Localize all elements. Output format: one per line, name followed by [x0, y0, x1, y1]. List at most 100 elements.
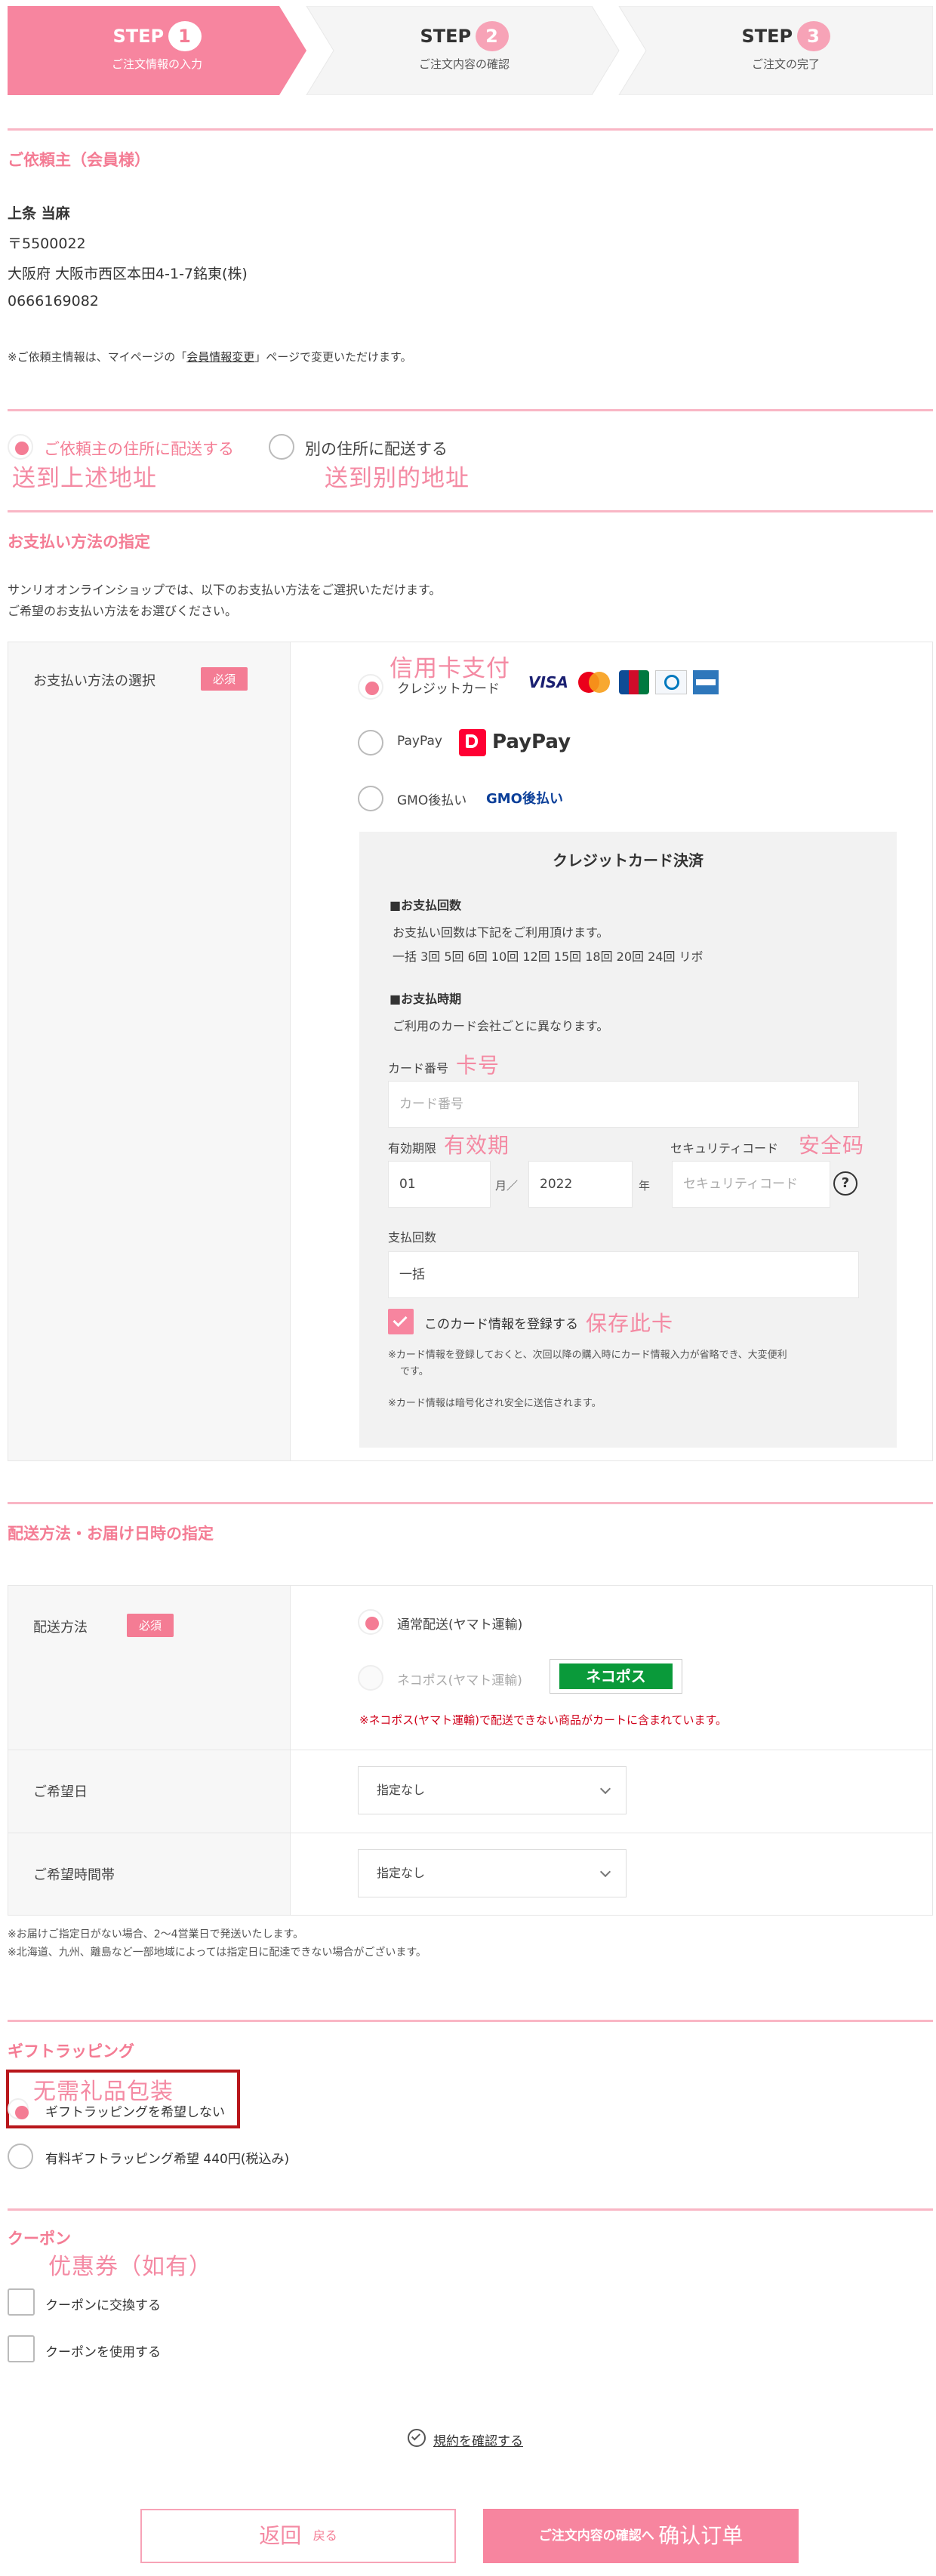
paypay-icon [459, 729, 486, 756]
requester-note: ※ご依頼主情報は、マイページの「会員情報変更」ページで変更いただけます。 [8, 349, 412, 365]
visa-icon: VISA [528, 673, 568, 691]
step-3-sub: ご注文の完了 [751, 57, 820, 71]
use-coupon-checkbox[interactable] [8, 2335, 35, 2362]
save-card-label: このカード情報を登録する [424, 1317, 578, 1332]
paypay-radio[interactable] [358, 730, 383, 756]
annotation-ship-requester: 送到上述地址 [12, 465, 157, 492]
ship-to-requester-label: ご依頼主の住所に配送する [44, 440, 234, 458]
installments-heading: ■お支払回数 [389, 898, 462, 913]
security-code-input[interactable]: セキュリティコード [672, 1161, 830, 1208]
check-circle-icon [408, 2429, 426, 2447]
step-bar: STEP 1 ご注文情報の入力 STEP 2 ご注文内容の確認 STEP 3 ご… [8, 6, 933, 95]
step-2-label: STEP [420, 26, 472, 47]
standard-delivery-label: 通常配送(ヤマト運輸) [397, 1617, 523, 1633]
annotation-confirm: 确认订单 [658, 2523, 744, 2548]
secure-note: ※カード情報は暗号化され安全に送信されます。 [388, 1398, 602, 1409]
year-unit: 年 [639, 1179, 651, 1193]
ship-to-requester-radio[interactable] [8, 434, 33, 460]
card-number-input[interactable]: カード番号 [388, 1081, 859, 1128]
card-number-label: カード番号 [388, 1061, 449, 1076]
nekopos-radio[interactable] [358, 1665, 383, 1691]
annotation-expiry: 有效期 [444, 1133, 510, 1158]
step-3: STEP 3 ご注文の完了 [639, 21, 933, 72]
step-2-sub: ご注文内容の確認 [418, 57, 510, 71]
paypay-label: PayPay [397, 734, 442, 749]
payment-count-label: 支払回数 [388, 1230, 437, 1245]
expiry-month-input[interactable]: 01 [388, 1161, 491, 1208]
gmo-label: GMO後払い [397, 793, 467, 808]
payment-intro-1: サンリオオンラインショップでは、以下のお支払い方法をご選択いただけます。 [8, 583, 442, 597]
requester-name: 上条 当麻 [8, 205, 70, 222]
timing-text: ご利用のカード会社ごとに異なります。 [393, 1019, 609, 1033]
exchange-coupon-checkbox[interactable] [8, 2288, 35, 2316]
credit-card-panel-title: クレジットカード決済 [553, 851, 704, 869]
back-button[interactable]: 返回 戻る [140, 2509, 456, 2563]
delivery-date-value: 指定なし [377, 1783, 426, 1797]
expiry-label: 有効期限 [388, 1141, 437, 1156]
coupon-title: クーポン [8, 2230, 71, 2248]
step-3-label: STEP [741, 26, 793, 47]
required-badge: 必須 [201, 667, 248, 691]
paypay-logo: PayPay [492, 731, 571, 753]
month-unit: 月／ [495, 1179, 519, 1193]
delivery-time-select[interactable]: 指定なし [358, 1849, 627, 1897]
nekopos-warning: ※ネコポス(ヤマト運輸)で配送できない商品がカートに含まれています。 [359, 1713, 728, 1727]
confirm-order-button[interactable]: ご注文内容の確認へ 确认订单 [483, 2509, 799, 2563]
requester-note-post: 」ページで変更いただけます。 [254, 350, 412, 364]
member-info-link[interactable]: 会員情報変更 [186, 350, 254, 364]
security-code-label: セキュリティコード [670, 1141, 779, 1156]
divider [8, 1502, 933, 1504]
shipping-note-2: ※北海道、九州、離島など一部地域によっては指定日に配達できない場合がございます。 [8, 1947, 426, 1959]
delivery-date-select[interactable]: 指定なし [358, 1766, 627, 1814]
no-gift-wrap-radio[interactable] [8, 2098, 29, 2119]
mastercard-icon [578, 672, 610, 693]
paid-gift-wrap-radio[interactable] [8, 2144, 33, 2169]
credit-card-radio[interactable] [358, 674, 383, 700]
requester-postal: 〒5500022 [8, 235, 86, 252]
annotation-ship-other: 送到别的地址 [325, 465, 470, 492]
terms-link[interactable]: 規約を確認する [433, 2430, 523, 2449]
step-1-sub: ご注文情報の入力 [111, 57, 202, 71]
payment-count-select[interactable]: 一括 [388, 1251, 859, 1298]
divider [8, 510, 933, 512]
requester-title: ご依頼主（会員様） [8, 151, 150, 169]
gmo-logo: GMO後払い [486, 791, 563, 807]
shipping-note-1: ※お届けご指定日がない場合、2〜4営業日で発送いたします。 [8, 1928, 304, 1940]
nekopos-logo-text: ネコポス [559, 1663, 673, 1689]
annotation-coupon: 优惠券（如有） [48, 2254, 212, 2280]
no-gift-wrap-label: ギフトラッピングを希望しない [45, 2105, 225, 2120]
expiry-year-input[interactable]: 2022 [528, 1161, 633, 1208]
chevron-down-icon [599, 1866, 611, 1878]
standard-delivery-radio[interactable] [358, 1609, 383, 1635]
divider [8, 2208, 933, 2211]
save-card-note-2: です。 [400, 1366, 429, 1377]
credit-card-label: クレジットカード [397, 682, 500, 697]
shipping-title: 配送方法・お届け日時の指定 [8, 1525, 214, 1543]
requester-note-pre: ※ご依頼主情報は、マイページの「 [8, 350, 187, 364]
help-icon[interactable]: ? [833, 1171, 857, 1196]
divider [8, 128, 933, 131]
ship-to-other-radio[interactable] [269, 434, 294, 460]
installments-options: 一括 3回 5回 6回 10回 12回 15回 18回 20回 24回 リボ [393, 949, 704, 964]
requester-phone: 0666169082 [8, 293, 99, 309]
annotation-save-card: 保存此卡 [586, 1311, 674, 1336]
ship-to-other-label: 別の住所に配送する [305, 440, 448, 458]
annotation-back: 返回 [259, 2523, 302, 2548]
jcb-icon [619, 670, 649, 694]
annotation-card-number: 卡号 [456, 1053, 500, 1078]
step-3-number: 3 [796, 21, 830, 51]
nekopos-logo: ネコポス [550, 1659, 682, 1694]
delivery-date-label: ご希望日 [33, 1784, 88, 1800]
gmo-radio[interactable] [358, 786, 383, 811]
diners-club-icon [655, 670, 687, 694]
payment-label-cell [8, 642, 291, 1460]
payment-intro-2: ご希望のお支払い方法をお選びください。 [8, 604, 238, 618]
nekopos-label: ネコポス(ヤマト運輸) [397, 1673, 522, 1688]
delivery-time-value: 指定なし [377, 1866, 426, 1880]
annotation-security: 安全码 [799, 1133, 865, 1158]
delivery-time-label: ご希望時間帯 [33, 1867, 115, 1883]
save-card-note-1: ※カード情報を登録しておくと、次回以降の購入時にカード情報入力が省略でき、大変便… [388, 1350, 787, 1361]
installments-text: お支払い回数は下記をご利用頂けます。 [393, 925, 609, 940]
save-card-checkbox[interactable] [388, 1309, 414, 1334]
divider [8, 409, 933, 411]
